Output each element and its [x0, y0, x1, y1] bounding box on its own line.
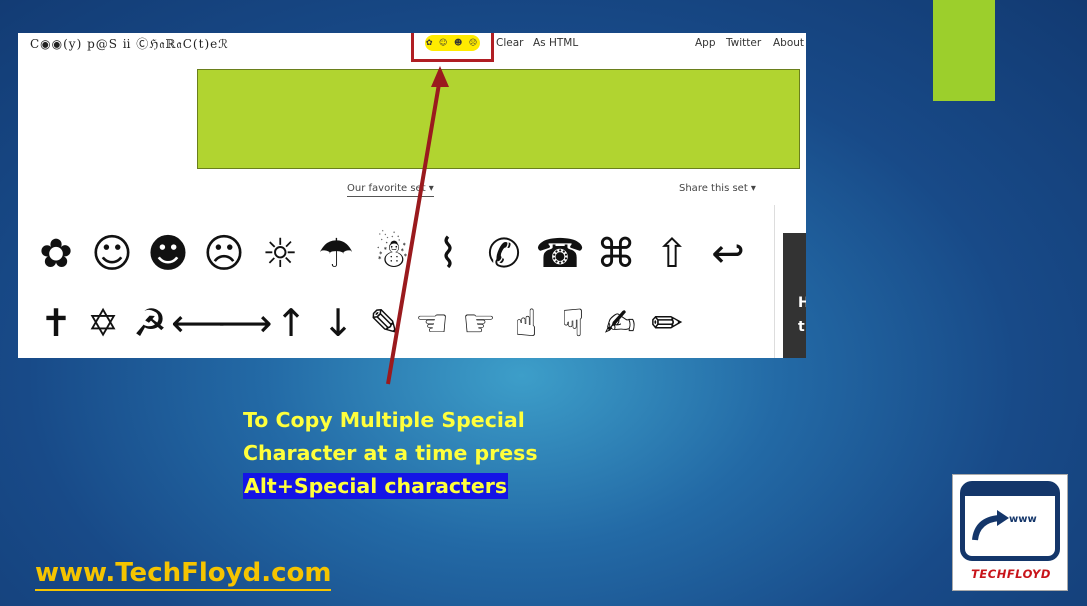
brand-name: TECHFLOYD [971, 567, 1051, 581]
caption-line-3: Alt+Special characters [243, 473, 509, 499]
instruction-caption: To Copy Multiple Special Character at a … [243, 404, 538, 503]
techfloyd-logo: www TECHFLOYD [952, 474, 1068, 591]
site-url-link[interactable]: www.TechFloyd.com [35, 557, 332, 591]
www-label: www [1009, 514, 1037, 525]
pointer-arrow [386, 66, 449, 385]
caption-line-1: To Copy Multiple Special [243, 408, 525, 432]
caption-line-2: Character at a time press [243, 441, 538, 465]
browser-window-icon: www [960, 481, 1060, 561]
redirect-arrow-icon [972, 510, 1009, 541]
